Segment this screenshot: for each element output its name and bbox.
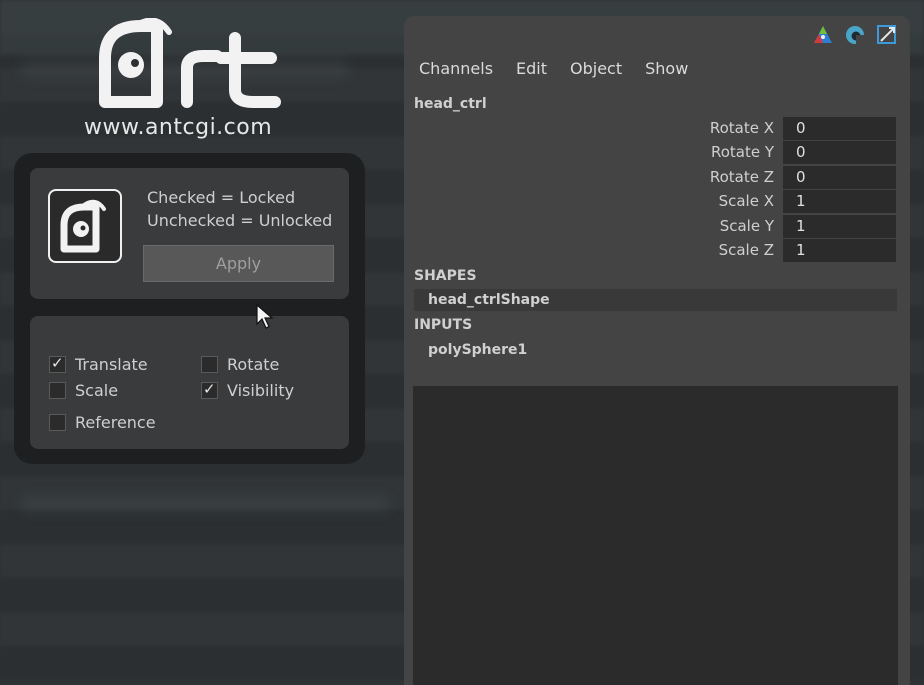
legend-checked: Checked = Locked	[147, 188, 296, 207]
legend-section: Checked = Locked Unchecked = Unlocked Ap…	[30, 168, 349, 299]
scale-checkbox[interactable]: Scale	[49, 381, 118, 400]
shapes-header: SHAPES	[414, 268, 477, 284]
website-url: www.antcgi.com	[84, 115, 273, 140]
checkbox-box[interactable]	[201, 356, 218, 373]
checkbox-label: Reference	[75, 413, 156, 432]
attribute-label[interactable]: Scale Z	[719, 241, 774, 259]
checkbox-label: Visibility	[227, 381, 295, 400]
attribute-label[interactable]: Rotate Z	[710, 168, 774, 186]
attribute-field[interactable]: 0	[783, 166, 896, 189]
attribute-field[interactable]: 0	[783, 117, 896, 140]
checkbox-box[interactable]	[49, 382, 66, 399]
check-icon: ✓	[51, 354, 64, 372]
menu-show[interactable]: Show	[645, 59, 688, 78]
attribute-row: Scale Y 1	[404, 215, 910, 238]
mouse-cursor-icon	[256, 304, 274, 329]
attribute-row: Scale X 1	[404, 190, 910, 213]
lock-tool-window: Checked = Locked Unchecked = Unlocked Ap…	[14, 153, 365, 464]
attribute-row: Scale Z 1	[404, 239, 910, 262]
attribute-label[interactable]: Rotate X	[710, 119, 774, 137]
attribute-row: Rotate X 0	[404, 117, 910, 140]
object-name[interactable]: head_ctrl	[414, 96, 487, 112]
tool-settings-icon[interactable]	[876, 24, 898, 46]
art-logo	[99, 18, 281, 108]
checkbox-box[interactable]: ✓	[201, 380, 218, 399]
art-logo-icon	[48, 189, 122, 263]
checkbox-label: Rotate	[227, 355, 280, 374]
attribute-label[interactable]: Scale X	[719, 192, 774, 210]
lock-options-section: ✓ Translate Rotate Scale ✓ Visibility Re…	[30, 316, 349, 449]
shape-node[interactable]: head_ctrlShape	[414, 289, 897, 311]
translate-checkbox[interactable]: ✓ Translate	[49, 354, 148, 374]
checkbox-box[interactable]	[49, 414, 66, 431]
check-icon: ✓	[203, 380, 216, 398]
channel-box-menubar: Channels Edit Object Show	[419, 59, 688, 78]
checkbox-label: Scale	[75, 381, 119, 400]
reference-checkbox[interactable]: Reference	[49, 413, 156, 432]
apply-button[interactable]: Apply	[143, 245, 334, 282]
attribute-field[interactable]: 1	[783, 190, 896, 213]
attribute-label[interactable]: Scale Y	[720, 217, 774, 235]
channel-box-panel: Channels Edit Object Show head_ctrl Rota…	[404, 16, 910, 685]
input-node[interactable]: polySphere1	[414, 339, 897, 361]
attribute-field[interactable]: 0	[783, 141, 896, 164]
menu-edit[interactable]: Edit	[516, 59, 547, 78]
rotate-checkbox[interactable]: Rotate	[201, 355, 279, 374]
attribute-field[interactable]: 1	[783, 215, 896, 238]
menu-channels[interactable]: Channels	[419, 59, 493, 78]
visibility-checkbox[interactable]: ✓ Visibility	[201, 380, 295, 400]
inputs-header: INPUTS	[414, 317, 473, 333]
checkbox-box[interactable]: ✓	[49, 354, 66, 373]
attribute-field[interactable]: 1	[783, 239, 896, 262]
attribute-label[interactable]: Rotate Y	[711, 143, 774, 161]
legend-unchecked: Unchecked = Unlocked	[147, 211, 333, 230]
layer-editor-panel[interactable]	[413, 386, 898, 685]
menu-object[interactable]: Object	[570, 59, 622, 78]
attribute-row: Rotate Y 0	[404, 141, 910, 164]
checkbox-label: Translate	[75, 355, 148, 374]
attribute-row: Rotate Z 0	[404, 166, 910, 189]
attribute-editor-icon[interactable]	[844, 24, 866, 46]
background-blur-line	[20, 495, 390, 513]
toolbar-icons	[812, 24, 898, 46]
channel-box-icon[interactable]	[812, 24, 834, 46]
